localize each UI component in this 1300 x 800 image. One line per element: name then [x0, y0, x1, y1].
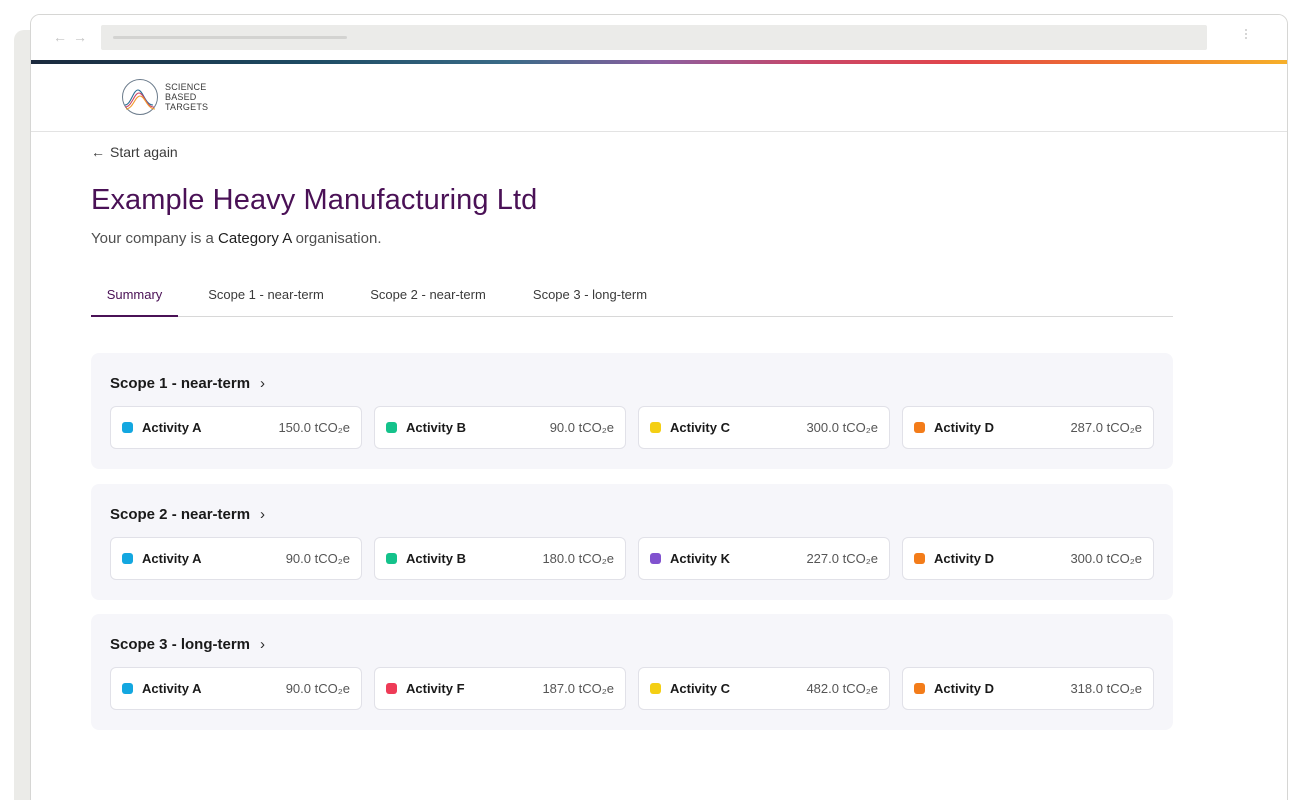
activity-emissions: 300.0 tCO₂e [1070, 551, 1142, 566]
activity-name: Activity K [670, 551, 730, 566]
activity-color-dot [386, 553, 397, 564]
scope-title: Scope 2 - near-term [110, 506, 251, 523]
start-again-link[interactable]: ← Start again [91, 144, 178, 160]
chevron-right-icon: › [260, 506, 266, 523]
activity-name: Activity A [142, 551, 202, 566]
activity-list: Activity A 150.0 tCO₂e Activity B 90.0 t… [110, 406, 1154, 449]
activity-emissions: 90.0 tCO₂e [549, 420, 614, 435]
activity-color-dot [650, 422, 661, 433]
company-category-text: Your company is a Category A organisatio… [91, 230, 381, 247]
scope-title: Scope 1 - near-term [110, 375, 251, 392]
activity-item[interactable]: Activity C 300.0 tCO₂e [638, 406, 890, 449]
activity-item[interactable]: Activity D 300.0 tCO₂e [902, 537, 1154, 580]
activity-item[interactable]: Activity A 90.0 tCO₂e [110, 537, 362, 580]
activity-emissions: 90.0 tCO₂e [285, 681, 350, 696]
activity-list: Activity A 90.0 tCO₂e Activity F 187.0 t… [110, 667, 1154, 710]
page-title: Example Heavy Manufacturing Ltd [91, 184, 538, 216]
arrow-left-icon: ← [91, 144, 105, 160]
subtitle-suffix: organisation. [291, 230, 382, 247]
activity-item[interactable]: Activity C 482.0 tCO₂e [638, 667, 890, 710]
activity-item[interactable]: Activity A 150.0 tCO₂e [110, 406, 362, 449]
activity-emissions: 150.0 tCO₂e [278, 420, 350, 435]
activity-color-dot [650, 553, 661, 564]
activity-name: Activity A [142, 681, 202, 696]
activity-emissions: 318.0 tCO₂e [1070, 681, 1142, 696]
activity-name: Activity C [670, 420, 730, 435]
browser-toolbar: ← → [31, 15, 1287, 61]
activity-color-dot [122, 422, 133, 433]
activity-color-dot [386, 422, 397, 433]
logo-line: BASED [165, 92, 197, 102]
activity-name: Activity B [406, 420, 466, 435]
activity-color-dot [122, 683, 133, 694]
activity-emissions: 287.0 tCO₂e [1070, 420, 1142, 435]
site-header: SCIENCE BASED TARGETS [31, 64, 1287, 132]
activity-emissions: 180.0 tCO₂e [542, 551, 614, 566]
activity-emissions: 90.0 tCO₂e [285, 551, 350, 566]
activity-list: Activity A 90.0 tCO₂e Activity B 180.0 t… [110, 537, 1154, 580]
activity-item[interactable]: Activity D 287.0 tCO₂e [902, 406, 1154, 449]
kebab-menu-icon[interactable] [1245, 29, 1249, 39]
scope-tabs: Summary Scope 1 - near-term Scope 2 - ne… [91, 279, 1173, 317]
scope-card: Scope 2 - near-term › Activity A 90.0 tC… [91, 484, 1173, 600]
scope-card: Scope 3 - long-term › Activity A 90.0 tC… [91, 614, 1173, 730]
activity-emissions: 300.0 tCO₂e [806, 420, 878, 435]
activity-name: Activity D [934, 420, 994, 435]
activity-name: Activity C [670, 681, 730, 696]
activity-color-dot [386, 683, 397, 694]
tab-scope-2[interactable]: Scope 2 - near-term [369, 279, 487, 317]
activity-name: Activity B [406, 551, 466, 566]
tab-scope-1[interactable]: Scope 1 - near-term [207, 279, 325, 317]
activity-item[interactable]: Activity K 227.0 tCO₂e [638, 537, 890, 580]
activity-emissions: 187.0 tCO₂e [542, 681, 614, 696]
arrow-right-icon[interactable]: → [73, 29, 87, 45]
address-placeholder-line [113, 36, 347, 39]
logo-line: SCIENCE [165, 82, 207, 92]
activity-color-dot [650, 683, 661, 694]
activity-name: Activity F [406, 681, 465, 696]
site-logo[interactable]: SCIENCE BASED TARGETS [121, 78, 208, 116]
activity-emissions: 482.0 tCO₂e [806, 681, 878, 696]
subtitle-prefix: Your company is a [91, 230, 219, 247]
activity-emissions: 227.0 tCO₂e [806, 551, 878, 566]
scope-title-link[interactable]: Scope 3 - long-term › [110, 636, 265, 653]
logo-line: TARGETS [165, 102, 209, 112]
tab-scope-3[interactable]: Scope 3 - long-term [531, 279, 649, 317]
arrow-left-icon[interactable]: ← [53, 29, 67, 45]
activity-item[interactable]: Activity B 180.0 tCO₂e [374, 537, 626, 580]
tab-summary[interactable]: Summary [91, 279, 178, 317]
activity-color-dot [122, 553, 133, 564]
scope-title-link[interactable]: Scope 2 - near-term › [110, 506, 265, 523]
scope-title-link[interactable]: Scope 1 - near-term › [110, 375, 265, 392]
scope-card: Scope 1 - near-term › Activity A 150.0 t… [91, 353, 1173, 469]
activity-name: Activity D [934, 551, 994, 566]
activity-color-dot [914, 422, 925, 433]
activity-name: Activity A [142, 420, 202, 435]
sbti-logo-icon [122, 79, 158, 115]
activity-name: Activity D [934, 681, 994, 696]
activity-item[interactable]: Activity B 90.0 tCO₂e [374, 406, 626, 449]
activity-item[interactable]: Activity F 187.0 tCO₂e [374, 667, 626, 710]
category-label: Category A [218, 230, 292, 247]
scope-title: Scope 3 - long-term [110, 636, 251, 653]
activity-color-dot [914, 553, 925, 564]
chevron-right-icon: › [260, 375, 266, 392]
activity-item[interactable]: Activity D 318.0 tCO₂e [902, 667, 1154, 710]
logo-wordmark: SCIENCE BASED TARGETS [165, 82, 208, 112]
browser-nav: ← → [53, 29, 87, 45]
chevron-right-icon: › [260, 636, 266, 653]
activity-color-dot [914, 683, 925, 694]
address-bar[interactable] [101, 25, 1207, 50]
activity-item[interactable]: Activity A 90.0 tCO₂e [110, 667, 362, 710]
start-again-label: Start again [110, 144, 178, 160]
